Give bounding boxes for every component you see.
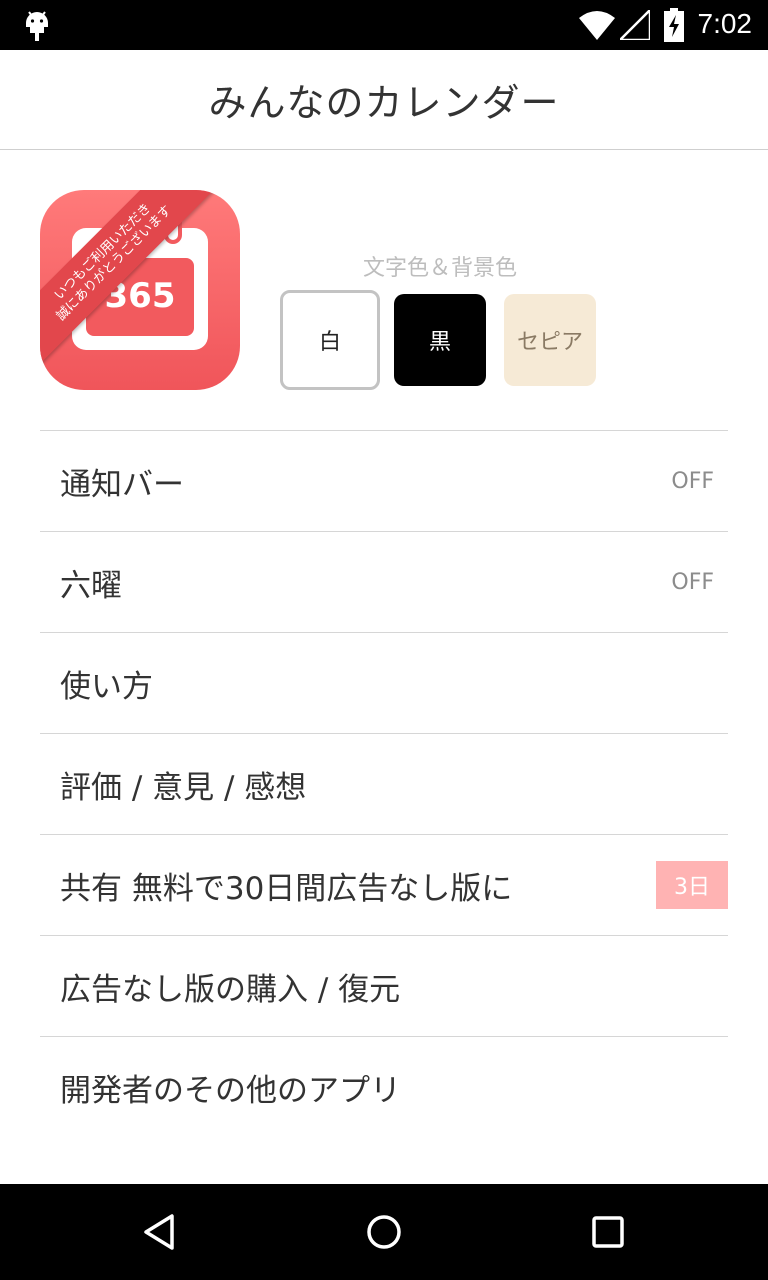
menu-item-label: 開発者のその他のアプリ <box>60 1072 401 1109</box>
menu-item-rokuyo[interactable]: 六曜 OFF <box>40 531 728 632</box>
menu-item-label: 広告なし版の購入 / 復元 <box>60 971 401 1008</box>
status-bar: 7:02 <box>0 0 768 50</box>
menu-item-label: 共有 無料で30日間広告なし版に <box>60 870 513 907</box>
menu-item-label: 通知バー <box>60 466 184 503</box>
wifi-icon <box>579 11 615 40</box>
menu-item-label: 六曜 <box>60 567 122 604</box>
signal-icon <box>620 10 650 40</box>
menu-item-label: 評価 / 意見 / 感想 <box>60 769 307 806</box>
theme-white-button[interactable]: 白 <box>280 290 380 390</box>
settings-list: 通知バー OFF 六曜 OFF 使い方 評価 / 意見 / 感想 共有 無料で3… <box>40 430 728 1137</box>
app-bar: みんなのカレンダー <box>0 50 768 150</box>
menu-item-how-to-use[interactable]: 使い方 <box>40 632 728 733</box>
theme-sepia-button[interactable]: セピア <box>504 294 596 386</box>
battery-charging-icon <box>664 8 684 42</box>
menu-item-value: OFF <box>671 569 714 595</box>
menu-item-feedback[interactable]: 評価 / 意見 / 感想 <box>40 733 728 834</box>
back-button[interactable] <box>132 1204 188 1260</box>
android-icon <box>26 11 48 41</box>
menu-item-notification-bar[interactable]: 通知バー OFF <box>40 430 728 531</box>
navigation-bar <box>0 1184 768 1280</box>
clock: 7:02 <box>697 8 753 39</box>
home-button[interactable] <box>356 1204 412 1260</box>
days-badge: 3日 <box>656 861 728 909</box>
page-title: みんなのカレンダー <box>208 81 560 125</box>
menu-item-share[interactable]: 共有 無料で30日間広告なし版に 3日 <box>40 834 728 935</box>
menu-item-label: 使い方 <box>60 668 153 705</box>
recents-icon <box>592 1216 624 1248</box>
back-icon <box>144 1214 174 1250</box>
app-logo: 365 いつもご利用いただき 誠にありがとうございます <box>40 190 240 390</box>
home-icon <box>367 1215 401 1249</box>
theme-black-button[interactable]: 黒 <box>394 294 486 386</box>
theme-label: 文字色＆背景色 <box>362 256 517 281</box>
menu-item-value: OFF <box>671 468 714 494</box>
menu-item-purchase-restore[interactable]: 広告なし版の購入 / 復元 <box>40 935 728 1036</box>
menu-item-other-apps[interactable]: 開発者のその他のアプリ <box>40 1036 728 1137</box>
recents-button[interactable] <box>580 1204 636 1260</box>
